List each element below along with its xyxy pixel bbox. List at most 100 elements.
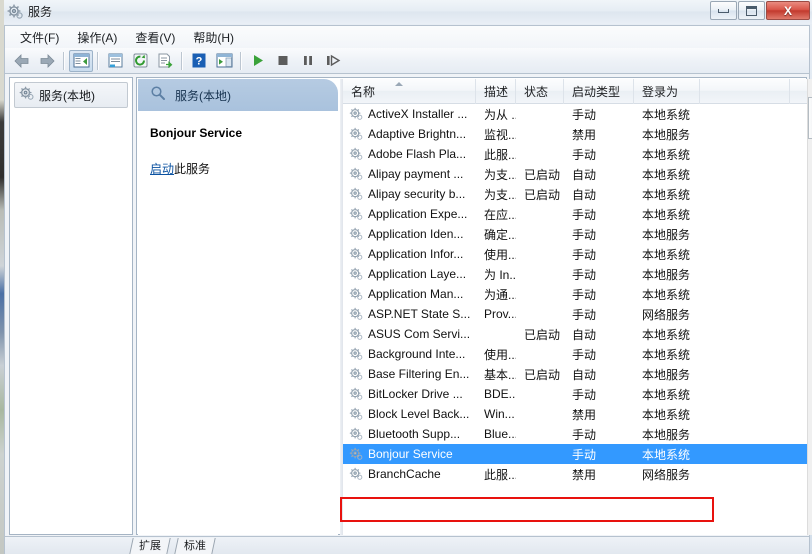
cell-text: 自动 <box>572 187 597 202</box>
service-gear-icon <box>349 147 363 161</box>
cell-desc: 监视... <box>476 126 516 143</box>
restart-service-icon[interactable] <box>321 50 345 72</box>
table-row[interactable]: Application Expe... 在应... 手动 本地系统 <box>343 204 807 224</box>
cell-text: 自动 <box>572 367 597 382</box>
table-row[interactable]: Base Filtering En... 基本... 已启动 自动 本地服务 <box>343 364 807 384</box>
table-row[interactable]: ActiveX Installer ... 为从 ... 手动 本地系统 <box>343 104 807 124</box>
cell-name: ActiveX Installer ... <box>343 107 476 121</box>
cell-startup: 禁用 <box>564 466 634 483</box>
cell-name: Application Laye... <box>343 267 476 281</box>
cell-text: Alipay security b... <box>368 187 466 201</box>
cell-name: Bluetooth Supp... <box>343 427 476 441</box>
export-list-icon[interactable] <box>153 50 177 72</box>
column-header-描述[interactable]: 描述 <box>476 79 516 104</box>
scroll-up-icon[interactable] <box>808 79 812 96</box>
sidebar-item-services-local[interactable]: 服务(本地) <box>14 82 128 108</box>
help-icon[interactable]: ? <box>187 50 211 72</box>
column-header-状态[interactable]: 状态 <box>516 79 564 104</box>
cell-text: 使用... <box>484 247 516 262</box>
cell-desc: Win... <box>476 407 516 421</box>
service-gear-icon <box>349 347 363 361</box>
services-gear-icon <box>7 4 23 20</box>
cell-text: Alipay payment ... <box>368 167 464 181</box>
cell-text: 本地服务 <box>642 227 691 242</box>
cell-startup: 手动 <box>564 206 634 223</box>
tab-standard[interactable]: 标准 <box>174 538 216 554</box>
table-row[interactable]: Block Level Back... Win... 禁用 本地系统 <box>343 404 807 424</box>
cell-logon: 本地服务 <box>634 426 700 443</box>
cell-startup: 自动 <box>564 366 634 383</box>
minimize-button[interactable] <box>710 1 737 20</box>
cell-text: 在应... <box>484 207 516 222</box>
column-header-登录为[interactable]: 登录为 <box>634 79 700 104</box>
table-row[interactable]: Adobe Flash Pla... 此服... 手动 本地系统 <box>343 144 807 164</box>
cell-desc: 此服... <box>476 466 516 483</box>
menu-action[interactable]: 操作(A) <box>68 26 126 49</box>
cell-desc: 此服... <box>476 146 516 163</box>
cell-text: Adobe Flash Pla... <box>368 147 467 161</box>
table-row[interactable]: Application Infor... 使用... 手动 本地系统 <box>343 244 807 264</box>
tab-extended[interactable]: 扩展 <box>129 538 171 554</box>
status-bar <box>4 537 810 554</box>
cell-startup: 手动 <box>564 346 634 363</box>
table-row[interactable]: Alipay payment ... 为支... 已启动 自动 本地系统 <box>343 164 807 184</box>
cell-text: 确定... <box>484 227 516 242</box>
menu-view[interactable]: 查看(V) <box>126 26 184 49</box>
table-row[interactable]: Alipay security b... 为支... 已启动 自动 本地系统 <box>343 184 807 204</box>
cell-name: Alipay security b... <box>343 187 476 201</box>
table-row[interactable]: ASUS Com Servi... 已启动 自动 本地系统 <box>343 324 807 344</box>
cell-text: 本地系统 <box>642 407 691 422</box>
toolbar-separator <box>63 51 65 70</box>
cell-text: Bluetooth Supp... <box>368 427 461 441</box>
cell-text: Application Man... <box>368 287 464 301</box>
scrollbar-thumb[interactable] <box>808 97 812 139</box>
scroll-down-icon[interactable] <box>808 518 812 535</box>
forward-icon[interactable] <box>35 50 59 72</box>
title-bar: 服务 X <box>0 0 812 24</box>
vertical-scrollbar[interactable] <box>807 79 812 535</box>
column-header-名称[interactable]: 名称 <box>343 79 476 104</box>
table-row[interactable]: Application Man... 为通... 手动 本地系统 <box>343 284 807 304</box>
table-row[interactable]: Bluetooth Supp... Blue... 手动 本地服务 <box>343 424 807 444</box>
pause-service-icon[interactable] <box>296 50 320 72</box>
column-header-blank[interactable] <box>700 79 790 104</box>
cell-name: Base Filtering En... <box>343 367 476 381</box>
cell-desc: BDE... <box>476 387 516 401</box>
table-row[interactable]: ASP.NET State S... Prov... 手动 网络服务 <box>343 304 807 324</box>
cell-name: Application Infor... <box>343 247 476 261</box>
column-header-启动类型[interactable]: 启动类型 <box>564 79 634 104</box>
show-action-pane-icon[interactable] <box>212 50 236 72</box>
cell-status: 已启动 <box>516 366 564 383</box>
back-icon[interactable] <box>10 50 34 72</box>
table-row[interactable]: Background Inte... 使用... 手动 本地系统 <box>343 344 807 364</box>
menu-help[interactable]: 帮助(H) <box>184 26 243 49</box>
start-service-icon[interactable] <box>246 50 270 72</box>
selected-service-title: Bonjour Service <box>150 126 243 140</box>
cell-text: 禁用 <box>572 467 597 482</box>
cell-text: 本地系统 <box>642 207 691 222</box>
cell-startup: 自动 <box>564 186 634 203</box>
maximize-button[interactable] <box>738 1 765 20</box>
table-row[interactable]: Application Laye... 为 In... 手动 本地服务 <box>343 264 807 284</box>
cell-startup: 手动 <box>564 286 634 303</box>
stop-service-icon[interactable] <box>271 50 295 72</box>
refresh-icon[interactable] <box>128 50 152 72</box>
console-tree-pane: 服务(本地) <box>9 77 133 535</box>
show-hide-tree-icon[interactable] <box>69 49 93 72</box>
menu-file[interactable]: 文件(F) <box>11 26 68 49</box>
table-row[interactable]: Application Iden... 确定... 手动 本地服务 <box>343 224 807 244</box>
start-service-link[interactable]: 启动 <box>150 162 174 176</box>
table-row[interactable]: BitLocker Drive ... BDE... 手动 本地系统 <box>343 384 807 404</box>
services-search-icon <box>150 85 166 106</box>
table-row[interactable]: Adaptive Brightn... 监视... 禁用 本地服务 <box>343 124 807 144</box>
table-row[interactable]: BranchCache 此服... 禁用 网络服务 <box>343 464 807 484</box>
cell-name: ASUS Com Servi... <box>343 327 476 341</box>
cell-name: Application Man... <box>343 287 476 301</box>
cell-name: Application Iden... <box>343 227 476 241</box>
cell-text: 手动 <box>572 447 597 462</box>
table-row[interactable]: Bonjour Service 手动 本地系统 <box>343 444 807 464</box>
cell-logon: 本地系统 <box>634 326 700 343</box>
cell-text: 自动 <box>572 327 597 342</box>
properties-icon[interactable] <box>103 50 127 72</box>
close-button[interactable]: X <box>766 1 810 20</box>
